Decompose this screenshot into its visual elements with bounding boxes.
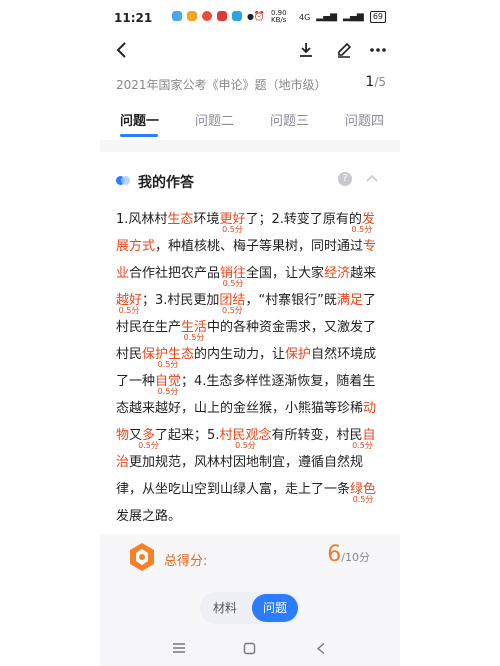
answer-segment: 越来 [350,266,377,281]
score-tag: 0.5分 [222,279,244,288]
top-nav [100,36,400,68]
tab-question-1[interactable]: 问题一 [120,110,159,129]
telegram-icon [232,11,242,21]
question-tabs: 问题一 问题二 问题三 问题四 [100,104,400,138]
score-value: 6/10分 [327,542,370,567]
answer-segment: 的内生动力，让 [194,347,286,362]
answer-segment: 有所转变，村民 [271,428,363,443]
scored-phrase: 保护 [285,347,312,362]
material-toggle[interactable]: 材料 [200,592,250,624]
question-toggle[interactable]: 问题 [252,594,298,622]
edit-button[interactable] [330,36,358,64]
page-indicator: 1/5 [365,74,386,90]
network-type: 4G [298,12,311,22]
notification-icons: ● [172,11,254,21]
answer-title: 我的作答 [138,175,194,191]
active-tab-indicator [120,134,158,137]
scored-phrase: 绿色 0.5分 [350,482,377,504]
answer-segment: ，“村寨银行”既 [245,293,337,308]
alarm-icon: ⏰ [253,12,265,22]
status-bar: 11:21 ● ⏰ 0.90 KB/s 4G ▂▄▆ ▂▄▆ 69 [100,0,400,36]
answer-segment: 了起来；5. [155,428,220,443]
page-total: /5 [374,75,386,89]
exam-title: 2021年国家公考《申论》题（地市级） [116,78,327,92]
total-score: 总得分: 6/10分 [100,536,400,586]
download-button[interactable] [292,36,320,64]
status-time: 11:21 [114,11,153,25]
scored-phrase: 村民观念 0.5分 [219,428,272,450]
answer-segment: 1.风林村 [116,212,168,227]
answer-segment: 更加规范，风林村因地制宜，遵循自然规律，从坐吃山空到山绿人富，走上了一条 [116,455,364,497]
location-icon [202,11,212,21]
answer-header: 我的作答 ? [116,172,386,192]
system-icons: ⏰ 0.90 KB/s 4G ▂▄▆ ▂▄▆ 69 [254,10,386,24]
score-tag: 0.5分 [222,306,243,315]
signal-icon-2: ▂▄▆ [343,12,364,22]
app-notification-icon [217,11,227,21]
answer-segment: 全国，让大家 [246,266,325,281]
score-tag: 0.5分 [352,441,373,450]
scored-phrase: 更好 0.5分 [219,212,246,234]
tab-question-2[interactable]: 问题二 [195,110,234,129]
net-speed: 0.90 KB/s [270,9,287,24]
tab-question-3[interactable]: 问题三 [270,110,309,129]
pencil-icon [338,42,352,58]
chevron-left-icon [116,42,126,58]
score-tag: 0.5分 [351,225,373,234]
scored-phrase: 销往 0.5分 [220,266,247,288]
answer-segment: 环境 [193,212,220,227]
scored-phrase: 多 0.5分 [138,428,159,450]
scored-phrase: 满足 [336,293,363,308]
app-notification-icon [187,11,197,21]
score-tag: 0.5分 [183,333,205,342]
app-notification-icon [172,11,182,21]
help-icon[interactable]: ? [338,172,352,186]
more-button[interactable] [364,36,392,64]
answer-section-icon [116,176,130,185]
battery-icon: 69 [369,11,386,23]
more-icon [370,48,386,52]
scored-phrase: 自觉 0.5分 [155,374,182,396]
answer-text: 1.风林村生态环境更好 0.5分 了；2.转变了原有的发展方式 0.5分 ，种植核桃、梅… [116,206,386,530]
score-label: 总得分: [164,554,208,569]
answer-segment: 了；2.转变了原有的 [245,212,362,227]
system-nav-bar [100,636,400,666]
answer-segment: ；3.村民更加 [142,293,220,308]
signal-icon: ▂▄▆ [316,12,338,22]
answer-segment: ，种植核桃、梅子等果树，同时通过 [155,239,364,254]
answer-segment: 合作社把农产品 [129,266,221,281]
answer-card: 我的作答 ? 1.风林村生态环境更好 0.5分 了；2.转变了原有的发展方式 0.5分… [100,152,400,534]
page-current: 1 [365,74,375,90]
back-nav-icon[interactable] [316,642,326,655]
score-tag: 0.5分 [157,387,179,396]
score-tag: 0.5分 [352,495,374,504]
score-badge-icon [130,543,154,571]
scored-phrase: 越好 0.5分 [116,293,143,315]
back-button[interactable] [108,36,136,64]
scored-phrase: 经济 [324,266,351,281]
download-icon [300,43,312,57]
score-tag: 0.5分 [157,360,179,369]
view-switch: 材料 问题 [200,592,300,624]
home-icon[interactable] [243,642,256,655]
score-tag: 0.5分 [138,441,159,450]
tab-question-4[interactable]: 问题四 [345,110,384,129]
exam-info: 2021年国家公考《申论》题（地市级） 1/5 [100,72,400,96]
menu-icon[interactable] [172,642,186,654]
scored-phrase: 团结 0.5分 [219,293,246,315]
scored-phrase: 生活 0.5分 [181,320,208,342]
scored-phrase: 生态 [167,212,194,227]
score-tag: 0.5分 [118,306,140,315]
score-tag: 0.5分 [222,225,243,234]
score-tag: 0.5分 [235,441,256,450]
scored-phrase: 保护生态 0.5分 [142,347,195,369]
chevron-up-icon[interactable] [366,174,378,182]
answer-segment: 发展之路。 [116,509,182,524]
